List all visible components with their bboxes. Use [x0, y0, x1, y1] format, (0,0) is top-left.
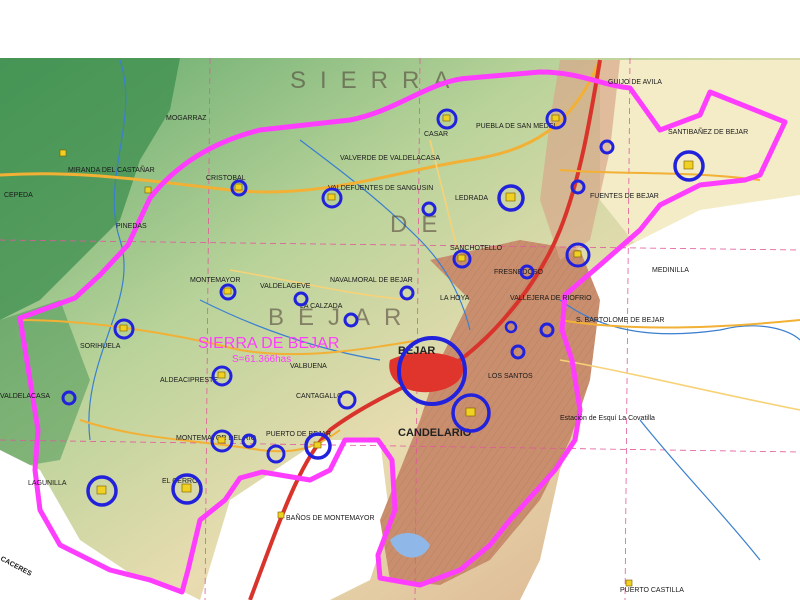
label-la-hoya: LA HOYA: [440, 295, 470, 302]
label-santibanez: SANTIBAÑEZ DE BEJAR: [668, 127, 748, 136]
label-fresnedoso: FRESNEDOSO: [494, 269, 544, 276]
label-cantagallo: CANTAGALLO: [296, 393, 343, 400]
range-label-de: DE: [390, 211, 451, 238]
label-pinedas: PINEDAS: [116, 223, 147, 230]
label-lagunilla: LAGUNILLA: [28, 480, 67, 487]
top-margin: [0, 0, 800, 58]
label-valverde: VALVERDE DE VALDELACASA: [340, 155, 440, 162]
range-label-sierra: SIERRA: [290, 67, 463, 94]
label-montemayor-north: MONTEMAYOR: [190, 277, 240, 284]
label-puebla: PUEBLA DE SAN MEDEL: [476, 123, 557, 130]
label-miranda: MIRANDA DEL CASTAÑAR: [68, 165, 155, 174]
label-aldeacipreste: ALDEACIPRESTE: [160, 377, 218, 384]
label-fuentes: FUENTES DE BEJAR: [590, 193, 659, 200]
label-vallejera: VALLEJERA DE RIOFRIO: [510, 295, 592, 302]
label-san-bartolome: S. BARTOLOME DE BEJAR: [576, 317, 664, 324]
label-puerto-castilla: PUERTO CASTILLA: [620, 587, 684, 594]
topographic-map[interactable]: SIERRA DE BEJAR SIERRA DE BEJAR S=61.366…: [0, 0, 800, 600]
label-los-santos: LOS SANTOS: [488, 373, 533, 380]
label-medinilla: MEDINILLA: [652, 267, 689, 274]
label-mogarraz: MOGARRAZ: [166, 115, 207, 122]
label-el-cerro: EL CERRO: [162, 478, 198, 485]
label-cepeda: CEPEDA: [4, 192, 33, 199]
region-area: S=61.366has: [232, 354, 291, 365]
region-name: SIERRA DE BEJAR: [198, 335, 339, 352]
label-sorihuela: SORIHUELA: [80, 343, 121, 350]
label-ledrada: LEDRADA: [455, 195, 488, 202]
label-casar: CASAR: [424, 131, 448, 138]
label-navalmoral: NAVALMORAL DE BEJAR: [330, 277, 413, 284]
label-valbuena: VALBUENA: [290, 363, 327, 370]
label-valdelageve: VALDELAGEVE: [260, 283, 311, 290]
label-valdefuentes: VALDEFUENTES DE SANGUSIN: [328, 185, 433, 192]
label-valdelacasa: VALDELACASA: [0, 393, 50, 400]
label-estacion: Estación de Esquí La Covatilla: [560, 415, 655, 422]
label-guijo: GUIJO DE AVILA: [608, 79, 662, 86]
label-banos: BAÑOS DE MONTEMAYOR: [286, 513, 375, 522]
